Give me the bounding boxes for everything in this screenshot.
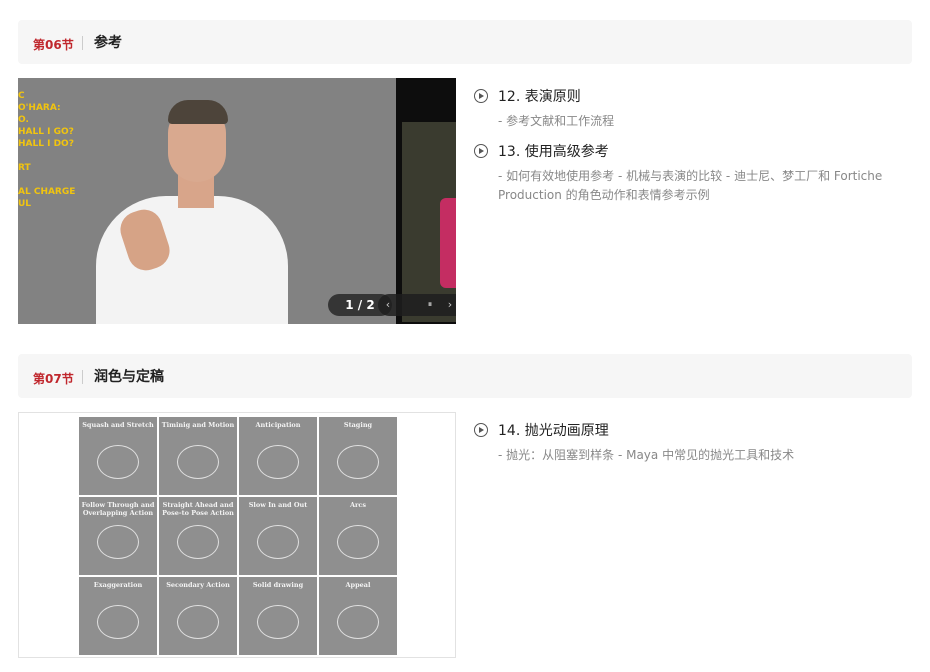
- principle-label: Timinig and Motion: [161, 421, 235, 429]
- lesson-title[interactable]: 12. 表演原则: [498, 88, 912, 106]
- lesson-description: - 参考文献和工作流程: [498, 114, 615, 128]
- principle-label: Slow In and Out: [248, 501, 308, 509]
- pause-icon[interactable]: ⏸: [420, 294, 440, 316]
- principle-label: Appeal: [345, 581, 371, 589]
- prev-icon[interactable]: ‹: [378, 294, 398, 316]
- principle-sketch: [97, 445, 139, 480]
- lesson-title[interactable]: 14. 抛光动画原理: [498, 422, 912, 440]
- principle-label: Secondary Action: [166, 581, 230, 589]
- section-divider: [82, 36, 83, 50]
- principle-label: Solid drawing: [252, 581, 304, 589]
- lesson-item[interactable]: 13. 使用高级参考 - 如何有效地使用参考 - 机械与表演的比较 - 迪士尼、…: [474, 143, 912, 205]
- principle-sketch: [257, 525, 299, 560]
- lesson-list-06: 12. 表演原则 - 参考文献和工作流程 13. 使用高级参考 - 如何有效地使…: [474, 88, 912, 217]
- principle-label: Squash and Stretch: [82, 421, 154, 429]
- slide-image: C O'HARA: O. HALL I GO? HALL I DO? RT AL CHARG…: [18, 78, 396, 324]
- slider-controls: ‹ ⏸ ›: [378, 294, 456, 316]
- principle-label: Follow Through and Overlapping Action: [81, 501, 155, 517]
- principle-cell: Squash and Stretch: [79, 417, 157, 495]
- lesson-description: - 抛光：从阻塞到样条 - Maya 中常见的抛光工具和技术: [498, 448, 795, 462]
- section-divider: [82, 370, 83, 384]
- next-icon[interactable]: ›: [440, 294, 456, 316]
- principle-cell: Follow Through and Overlapping Action: [79, 497, 157, 575]
- principle-cell: Solid drawing: [239, 577, 317, 655]
- play-icon[interactable]: [474, 89, 488, 103]
- principle-label: Straight Ahead and Pose-to Pose Action: [162, 501, 234, 517]
- principle-cell: Exaggeration: [79, 577, 157, 655]
- principle-sketch: [177, 525, 219, 560]
- lesson-item[interactable]: 12. 表演原则 - 参考文献和工作流程: [474, 88, 912, 131]
- principles-grid: Squash and Stretch Timinig and Motion Anti…: [79, 417, 397, 655]
- principle-sketch: [97, 605, 139, 640]
- principle-label: Staging: [343, 421, 373, 429]
- principle-cell: Secondary Action: [159, 577, 237, 655]
- principle-sketch: [337, 605, 379, 640]
- lesson-title[interactable]: 13. 使用高级参考: [498, 143, 912, 161]
- animation-principles-image: Squash and Stretch Timinig and Motion Anti…: [18, 412, 456, 658]
- principle-sketch: [337, 445, 379, 480]
- lesson-description: - 如何有效地使用参考 - 机械与表演的比较 - 迪士尼、梦工厂和 Fortic…: [498, 169, 883, 202]
- principle-sketch: [97, 525, 139, 560]
- principle-cell: Straight Ahead and Pose-to Pose Action: [159, 497, 237, 575]
- lesson-list-07: 14. 抛光动画原理 - 抛光：从阻塞到样条 - Maya 中常见的抛光工具和技…: [474, 422, 912, 477]
- principle-sketch: [177, 445, 219, 480]
- overlay-line: C: [18, 91, 25, 101]
- overlay-line: RT: [18, 163, 31, 173]
- section-number: 第07节: [33, 372, 74, 386]
- section-title: 参考: [94, 35, 122, 51]
- principle-cell: Slow In and Out: [239, 497, 317, 575]
- section-title: 润色与定稿: [94, 369, 164, 385]
- principle-cell: Anticipation: [239, 417, 317, 495]
- next-slide-figure: [440, 198, 456, 288]
- overlay-line: HALL I DO?: [18, 139, 74, 149]
- section-header-06: 第06节 参考: [18, 20, 912, 64]
- section-header-07: 第07节 润色与定稿: [18, 354, 912, 398]
- principle-label: Exaggeration: [93, 581, 143, 589]
- principle-cell: Timinig and Motion: [159, 417, 237, 495]
- principle-cell: Arcs: [319, 497, 397, 575]
- principle-cell: Staging: [319, 417, 397, 495]
- section-number: 第06节: [33, 38, 74, 52]
- overlay-line: HALL I GO?: [18, 127, 74, 137]
- play-icon[interactable]: [474, 423, 488, 437]
- principle-sketch: [257, 605, 299, 640]
- principle-sketch: [257, 445, 299, 480]
- overlay-line: UL: [18, 199, 32, 209]
- principle-cell: Appeal: [319, 577, 397, 655]
- reference-video-slider[interactable]: C O'HARA: O. HALL I GO? HALL I DO? RT AL CHARG…: [18, 78, 456, 324]
- next-slide-preview: [396, 78, 456, 324]
- actor-shirt: [96, 196, 288, 324]
- principle-label: Anticipation: [255, 421, 301, 429]
- lesson-item[interactable]: 14. 抛光动画原理 - 抛光：从阻塞到样条 - Maya 中常见的抛光工具和技…: [474, 422, 912, 465]
- overlay-line: O'HARA:: [18, 103, 61, 113]
- overlay-line: AL CHARGE: [18, 187, 76, 197]
- play-icon[interactable]: [474, 144, 488, 158]
- principle-sketch: [177, 605, 219, 640]
- actor-hair: [168, 100, 228, 124]
- principle-label: Arcs: [349, 501, 367, 509]
- overlay-line: O.: [18, 115, 29, 125]
- principle-sketch: [337, 525, 379, 560]
